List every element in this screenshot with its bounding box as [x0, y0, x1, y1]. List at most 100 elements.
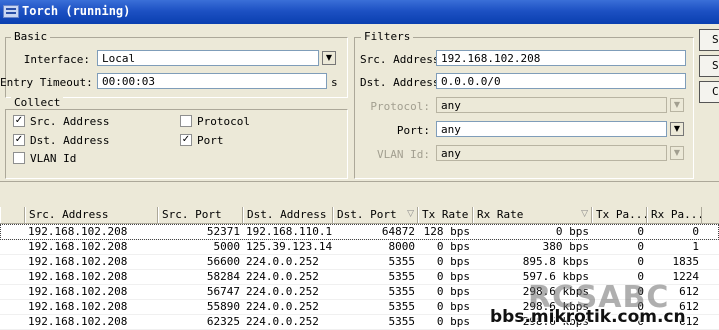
cell-rx-rate: 895.8 kbps: [522, 255, 589, 268]
cell-rx-rate: 380 bps: [542, 240, 589, 253]
col-src-address[interactable]: Src. Address: [25, 207, 158, 223]
cell-tx-rate: 0 bps: [436, 255, 470, 268]
torch-window: Torch (running) Basic Interface: Local ▼…: [0, 0, 719, 330]
cell-dst-address: 224.0.0.252: [246, 300, 319, 313]
cell-src-address: 192.168.102.208: [28, 225, 128, 238]
dst-address-checkbox-label: Dst. Address: [30, 134, 110, 147]
col-tx-packets[interactable]: Tx Pa...: [592, 207, 647, 223]
col-dst-port[interactable]: Dst. Port ▽: [333, 207, 418, 223]
cell-dst-port: 5355: [388, 255, 416, 268]
filter-src-address-label: Src. Address:: [360, 53, 447, 66]
start-button[interactable]: S: [699, 29, 719, 51]
interface-dropdown-icon[interactable]: ▼: [322, 51, 336, 65]
cell-rx-packets: 1835: [672, 255, 700, 268]
cell-src-address: 192.168.102.208: [28, 240, 128, 253]
table-row[interactable]: 192.168.102.208 56600 224.0.0.252 5355 0 bps…: [0, 254, 719, 270]
filter-dst-address-input[interactable]: 0.0.0.0/0: [436, 73, 686, 89]
cell-src-port: 62325: [206, 315, 240, 328]
src-address-checkbox[interactable]: ✓: [13, 115, 25, 127]
src-address-checkbox-label: Src. Address: [30, 115, 110, 128]
panel-divider: [0, 181, 719, 208]
col-src-port[interactable]: Src. Port: [158, 207, 243, 223]
cell-src-port: 56600: [206, 255, 240, 268]
filters-group-title: Filters: [361, 30, 414, 43]
vlan-dropdown-icon: ▼: [670, 146, 684, 160]
cell-rx-packets: 1: [692, 240, 699, 253]
cell-src-address: 192.168.102.208: [28, 315, 128, 328]
basic-group-title: Basic: [11, 30, 51, 43]
filter-vlan-id-select: any: [436, 145, 667, 161]
cell-dst-port: 5355: [388, 270, 416, 283]
interface-select[interactable]: Local: [97, 50, 319, 66]
entry-timeout-unit: s: [331, 76, 338, 89]
filter-dst-address-label: Dst. Address:: [360, 76, 447, 89]
port-dropdown-icon[interactable]: ▼: [670, 122, 684, 136]
port-checkbox-label: Port: [197, 134, 224, 147]
port-checkbox[interactable]: ✓: [180, 134, 192, 146]
cell-dst-address: 125.39.123.14: [246, 240, 333, 253]
sort-indicator-icon: ▽: [407, 209, 414, 219]
col-src-address[interactable]: [0, 207, 25, 223]
col-tx-rate[interactable]: Tx Rate: [418, 207, 473, 223]
col-rx-rate[interactable]: Rx Rate ▽: [473, 207, 592, 223]
cell-src-address: 192.168.102.208: [28, 255, 128, 268]
cell-src-port: 55890: [206, 300, 240, 313]
table-header: Src. Address Src. Port Dst. Address Dst.…: [0, 207, 719, 224]
filter-protocol-label: Protocol:: [370, 100, 430, 113]
sort-indicator-icon: ▽: [581, 209, 588, 219]
table-row[interactable]: 192.168.102.208 52371 192.168.110.1 64872 12…: [0, 224, 719, 240]
col-dst-port-label: Dst. Port: [337, 208, 397, 221]
cell-src-port: 58284: [206, 270, 240, 283]
stop-button[interactable]: S: [699, 55, 719, 77]
col-dst-address[interactable]: Dst. Address: [243, 207, 333, 223]
filter-port-label: Port:: [396, 124, 430, 137]
cell-tx-rate: 0 bps: [436, 270, 470, 283]
cell-src-address: 192.168.102.208: [28, 285, 128, 298]
cell-dst-address: 192.168.110.1: [246, 225, 333, 238]
cell-dst-port: 5355: [388, 300, 416, 313]
protocol-dropdown-icon: ▼: [670, 98, 684, 112]
cell-dst-address: 224.0.0.252: [246, 270, 319, 283]
entry-timeout-label: Entry Timeout:: [0, 76, 93, 89]
filter-protocol-select: any: [436, 97, 667, 113]
cell-tx-rate: 128 bps: [423, 225, 470, 238]
filter-vlan-id-label: VLAN Id:: [377, 148, 430, 161]
cell-tx-rate: 0 bps: [436, 300, 470, 313]
filter-src-address-input[interactable]: 192.168.102.208: [436, 50, 686, 66]
cell-dst-port: 5355: [388, 285, 416, 298]
cell-src-address: 192.168.102.208: [28, 300, 128, 313]
vlan-id-checkbox-label: VLAN Id: [30, 152, 77, 165]
cell-rx-packets: 0: [692, 225, 699, 238]
table-row[interactable]: 192.168.102.208 5000 125.39.123.14 8000 0 bp…: [0, 239, 719, 255]
cell-dst-address: 224.0.0.252: [246, 255, 319, 268]
cell-src-port: 5000: [213, 240, 241, 253]
watermark-url: bbs.mikrotik.com.cn: [490, 307, 686, 327]
protocol-checkbox[interactable]: [180, 115, 192, 127]
interface-label: Interface:: [23, 53, 90, 66]
cell-rx-rate: 0 bps: [555, 225, 589, 238]
cell-tx-rate: 0 bps: [436, 285, 470, 298]
cell-tx-packets: 0: [637, 225, 644, 238]
cell-tx-packets: 0: [637, 240, 644, 253]
dst-address-checkbox[interactable]: ✓: [13, 134, 25, 146]
cell-src-address: 192.168.102.208: [28, 270, 128, 283]
cell-src-port: 52371: [206, 225, 240, 238]
cell-tx-rate: 0 bps: [436, 315, 470, 328]
title-bar[interactable]: Torch (running): [0, 0, 719, 24]
cell-dst-address: 224.0.0.252: [246, 315, 319, 328]
cell-dst-port: 5355: [388, 315, 416, 328]
col-rx-packets[interactable]: Rx Pa...: [647, 207, 702, 223]
window-menu-icon[interactable]: [3, 5, 19, 18]
cell-tx-packets: 0: [637, 255, 644, 268]
entry-timeout-input[interactable]: 00:00:03: [97, 73, 327, 89]
close-button[interactable]: C: [699, 81, 719, 103]
cell-tx-rate: 0 bps: [436, 240, 470, 253]
cell-src-port: 56747: [206, 285, 240, 298]
filter-port-select[interactable]: any: [436, 121, 667, 137]
cell-dst-port: 64872: [381, 225, 415, 238]
col-rx-rate-label: Rx Rate: [477, 208, 524, 221]
protocol-checkbox-label: Protocol: [197, 115, 250, 128]
vlan-id-checkbox[interactable]: [13, 152, 25, 164]
window-title: Torch (running): [22, 4, 131, 18]
cell-dst-port: 8000: [388, 240, 416, 253]
